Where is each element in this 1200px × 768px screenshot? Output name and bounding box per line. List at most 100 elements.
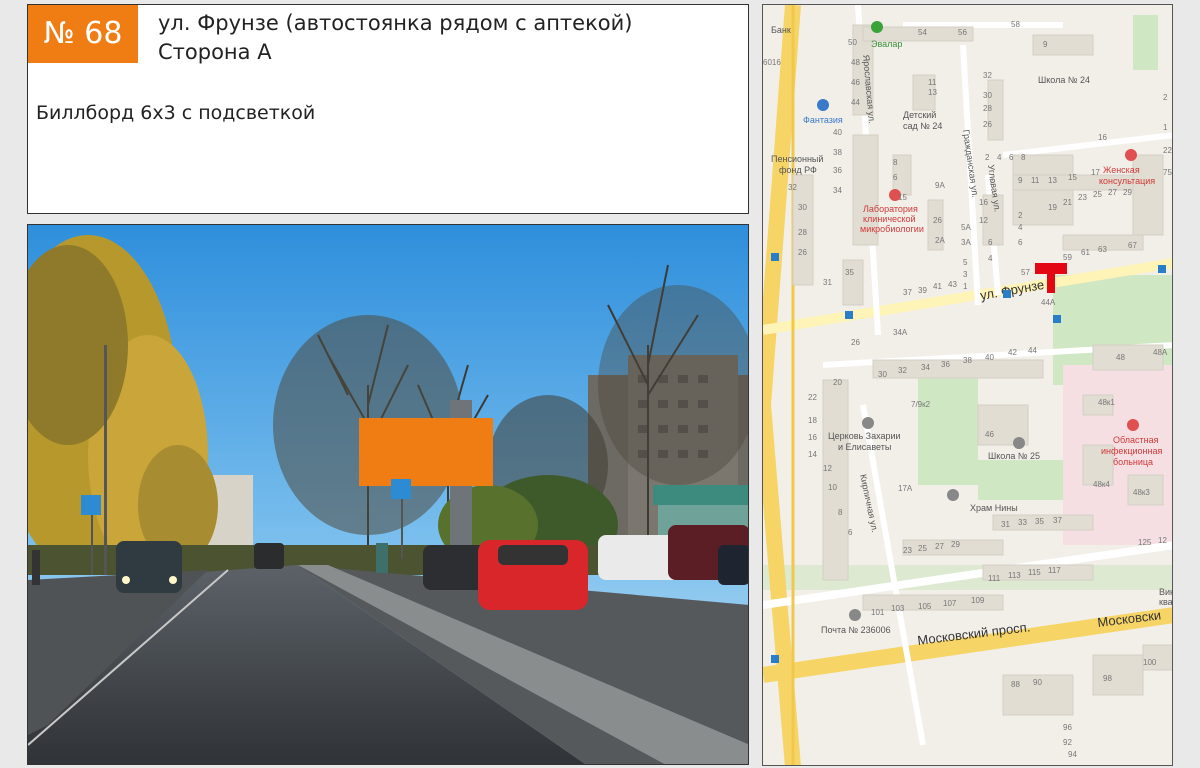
- svg-text:12: 12: [979, 216, 988, 225]
- poi-church-2: и Елисаветы: [838, 442, 891, 452]
- svg-text:35: 35: [845, 268, 854, 277]
- svg-text:46: 46: [985, 430, 994, 439]
- svg-text:107: 107: [943, 599, 957, 608]
- poi-lab-2: клинической: [863, 214, 916, 224]
- svg-text:17: 17: [1091, 168, 1100, 177]
- svg-text:38: 38: [833, 148, 842, 157]
- poi-viktoria: Викт: [1159, 587, 1173, 597]
- svg-text:2: 2: [1018, 211, 1023, 220]
- svg-text:40: 40: [833, 128, 842, 137]
- svg-text:1: 1: [1163, 123, 1168, 132]
- svg-text:42: 42: [1008, 348, 1017, 357]
- svg-text:5А: 5А: [961, 223, 971, 232]
- location-photo: [27, 224, 749, 765]
- svg-text:41: 41: [933, 282, 942, 291]
- svg-text:31: 31: [1001, 520, 1010, 529]
- svg-text:67: 67: [1128, 241, 1137, 250]
- svg-text:40: 40: [985, 353, 994, 362]
- svg-text:11: 11: [1031, 176, 1040, 185]
- svg-text:32: 32: [898, 366, 907, 375]
- svg-text:15: 15: [1068, 173, 1077, 182]
- svg-text:33: 33: [1018, 518, 1027, 527]
- poi-evalar: Эвалар: [871, 39, 902, 49]
- svg-text:34: 34: [921, 363, 930, 372]
- poi-nina-church: Храм Нины: [970, 503, 1018, 513]
- svg-text:43: 43: [948, 280, 957, 289]
- svg-text:105: 105: [918, 602, 932, 611]
- svg-text:58: 58: [1011, 20, 1020, 29]
- address: ул. Фрунзе (автостоянка рядом с аптекой)…: [158, 9, 632, 67]
- svg-text:5: 5: [963, 258, 968, 267]
- map-canvas: ул. Фрунзе Московский просп. Московски Я…: [763, 5, 1173, 765]
- poi-post: Почта № 236006: [821, 625, 891, 635]
- svg-text:9А: 9А: [935, 181, 945, 190]
- svg-text:8: 8: [893, 158, 898, 167]
- poi-fantazia: Фантазия: [803, 115, 843, 125]
- svg-text:100: 100: [1143, 658, 1157, 667]
- svg-text:1: 1: [963, 282, 968, 291]
- svg-text:2: 2: [1163, 93, 1168, 102]
- svg-text:109: 109: [971, 596, 985, 605]
- svg-text:25: 25: [1093, 190, 1102, 199]
- svg-text:113: 113: [1008, 571, 1021, 580]
- svg-text:94: 94: [1068, 750, 1077, 759]
- svg-text:22: 22: [808, 393, 817, 402]
- svg-text:50: 50: [848, 38, 857, 47]
- street-photo: [28, 225, 748, 764]
- svg-text:2А: 2А: [935, 236, 945, 245]
- poi-pension-fund-2: фонд РФ: [779, 165, 817, 175]
- svg-text:12: 12: [1158, 536, 1167, 545]
- svg-text:14: 14: [808, 450, 817, 459]
- svg-text:4: 4: [1018, 223, 1023, 232]
- poi-lab: Лаборатория: [863, 204, 918, 214]
- svg-text:36: 36: [833, 166, 842, 175]
- svg-text:92: 92: [1063, 738, 1072, 747]
- svg-text:7: 7: [989, 178, 994, 187]
- svg-text:44: 44: [1028, 346, 1037, 355]
- svg-text:16: 16: [979, 198, 988, 207]
- svg-text:34: 34: [833, 186, 842, 195]
- svg-text:6: 6: [1018, 238, 1023, 247]
- svg-text:46: 46: [851, 78, 860, 87]
- svg-text:48А: 48А: [1153, 348, 1168, 357]
- svg-text:39: 39: [918, 286, 927, 295]
- svg-text:57: 57: [1021, 268, 1030, 277]
- location-number-badge: № 68: [28, 5, 138, 63]
- svg-text:3: 3: [963, 270, 968, 279]
- billboard-placeholder: [359, 418, 493, 486]
- svg-text:27: 27: [935, 542, 944, 551]
- poi-lab-3: микробиологии: [860, 224, 924, 234]
- svg-text:26: 26: [983, 120, 992, 129]
- svg-text:26: 26: [851, 338, 860, 347]
- poi-hospital-3: больница: [1113, 457, 1153, 467]
- svg-text:18: 18: [808, 416, 817, 425]
- svg-text:4: 4: [988, 254, 993, 263]
- svg-text:6: 6: [1009, 153, 1014, 162]
- svg-text:37: 37: [1053, 516, 1062, 525]
- svg-text:13: 13: [928, 88, 937, 97]
- svg-text:54: 54: [918, 28, 927, 37]
- poi-school-25: Школа № 25: [988, 451, 1040, 461]
- location-map: ул. Фрунзе Московский просп. Московски Я…: [762, 4, 1173, 766]
- svg-text:36: 36: [941, 360, 950, 369]
- svg-text:59: 59: [1063, 253, 1072, 262]
- svg-text:30: 30: [983, 91, 992, 100]
- poi-pension-fund: Пенсионный: [771, 154, 823, 164]
- svg-text:48: 48: [851, 58, 860, 67]
- svg-text:34А: 34А: [893, 328, 908, 337]
- svg-text:96: 96: [1063, 723, 1072, 732]
- svg-text:28: 28: [983, 104, 992, 113]
- svg-text:48к3: 48к3: [1133, 488, 1150, 497]
- svg-text:88: 88: [1011, 680, 1020, 689]
- svg-text:6016: 6016: [763, 58, 781, 67]
- svg-text:31: 31: [823, 278, 832, 287]
- poi-church: Церковь Захарии: [828, 431, 901, 441]
- svg-text:44: 44: [851, 98, 860, 107]
- svg-text:63: 63: [1098, 245, 1107, 254]
- svg-text:111: 111: [988, 574, 1001, 583]
- svg-text:75: 75: [1163, 168, 1172, 177]
- poi-kindergarten: Детский: [903, 110, 936, 120]
- svg-text:30: 30: [798, 203, 807, 212]
- svg-text:26: 26: [933, 216, 942, 225]
- svg-text:56: 56: [958, 28, 967, 37]
